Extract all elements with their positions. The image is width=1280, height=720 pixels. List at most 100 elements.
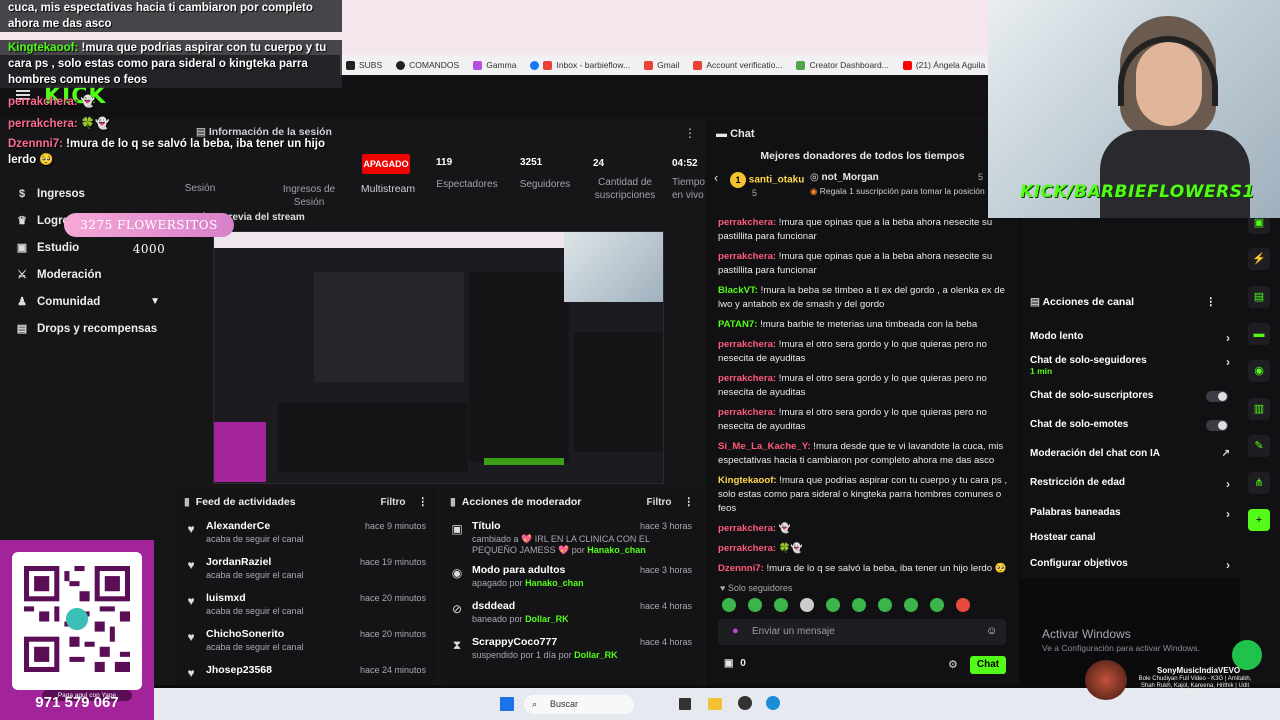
broadcast-icon[interactable]: ◉ [1248, 360, 1270, 382]
sidebar-item-ingresos[interactable]: $ Ingresos [0, 180, 170, 207]
action-goals[interactable]: Configurar objetivos › [1030, 558, 1230, 572]
list-item[interactable]: ♥ JordanRaziel acaba de seguir el canal hac… [176, 552, 436, 588]
more-icon[interactable]: ⋮ [1206, 296, 1217, 308]
emote[interactable] [774, 598, 788, 612]
chat-message: BlackVT: !mura la beba se timbeo a ti ex… [718, 285, 1005, 310]
bookmark-subs[interactable]: SUBS [346, 60, 382, 70]
mic-icon[interactable]: ● [732, 625, 739, 637]
chevron-left-icon[interactable]: ‹ [714, 170, 718, 185]
facebook-icon [530, 60, 540, 70]
bolt-icon[interactable]: ⚡ [1248, 248, 1270, 270]
chrome-icon[interactable] [766, 696, 780, 710]
wrench-icon[interactable]: ✎ [1248, 435, 1270, 457]
studio-icon: ▣ [16, 241, 28, 254]
action-emotes-only[interactable]: Chat de solo-emotes [1030, 419, 1230, 431]
app-icon[interactable] [738, 696, 752, 710]
action-slow-mode[interactable]: Modo lento › [1030, 331, 1230, 345]
windows-start-icon[interactable] [500, 697, 514, 711]
chat-message: Si_Me_La_Kache_Y: !mura desde que te vi … [718, 441, 1004, 466]
action-banned-words[interactable]: Palabras baneadas › [1030, 507, 1230, 521]
list-item[interactable]: ⊘ dsddead baneado por Dollar_RK hace 4 hora… [442, 596, 702, 632]
chat-message: perrakchera: 👻 [718, 523, 791, 534]
gmail-icon [543, 60, 553, 70]
storage-icon[interactable]: ▥ [1248, 398, 1270, 420]
emote[interactable] [852, 598, 866, 612]
preview-chat [469, 272, 569, 462]
list-item[interactable]: ♥ AlexanderCe acaba de seguir el canal hace… [176, 516, 436, 552]
emote[interactable] [722, 598, 736, 612]
more-icon[interactable]: ⋮ [418, 496, 429, 508]
activity-filter-button[interactable]: Filtro [381, 497, 406, 508]
subs-only-toggle[interactable] [1206, 391, 1228, 402]
add-icon[interactable]: + [1248, 509, 1270, 531]
sidebar-item-comunidad[interactable]: ♟ Comunidad ▼ [0, 288, 170, 315]
folder-icon[interactable] [708, 698, 722, 710]
eye-icon: ◉ [451, 566, 463, 580]
sidebar-item-moderacion[interactable]: ⚔ Moderación [0, 261, 170, 288]
bookmark-gmail[interactable]: Gmail [644, 60, 679, 70]
chat-message: perrakchera: !mura el otro sera gordo y … [718, 339, 987, 364]
emotes-only-toggle[interactable] [1206, 420, 1228, 431]
donor-2[interactable]: ◎ not_Morgan ◉ Regala 1 suscripción para… [810, 172, 985, 197]
emote[interactable] [878, 598, 892, 612]
settings-icon[interactable]: ⚙ [948, 658, 958, 671]
share-icon[interactable]: ⋔ [1248, 472, 1270, 494]
mod-filter-button[interactable]: Filtro [647, 497, 672, 508]
phone-fab-icon[interactable] [1232, 640, 1262, 670]
bookmark-gamma[interactable]: Gamma [473, 60, 516, 70]
action-host-channel[interactable]: Hostear canal [1030, 532, 1230, 543]
taskbar-search[interactable]: ⌕ Buscar [524, 695, 634, 714]
bookmarks-bar: SUBS COMANDOS Gamma Inbox - barbieflow..… [340, 55, 990, 75]
followers-only-label: ♥ Solo seguidores [720, 583, 793, 593]
send-chat-button[interactable]: Chat [970, 656, 1006, 674]
points-display[interactable]: ▣ 0 [724, 658, 746, 669]
bolt-icon: ▮ [184, 496, 190, 508]
list-icon: ▮ [450, 496, 456, 508]
mod-actions: ▮ Acciones de moderador Filtro ⋮ ▣ Título… [442, 488, 702, 685]
music-artist: SonyMusicIndiaVEVO [1157, 666, 1241, 675]
action-subs-only[interactable]: Chat de solo-suscriptores [1030, 390, 1230, 402]
gift-icon: ▣ [724, 658, 737, 669]
emote[interactable] [748, 598, 762, 612]
heart-icon: ♥ [187, 522, 195, 536]
external-link-icon: ↗ [1221, 448, 1230, 459]
emote[interactable] [800, 598, 814, 612]
list-item[interactable]: ◉ Modo para adultos apagado por Hanako_cha… [442, 560, 702, 596]
list-item[interactable]: ♥ ChichoSonerito acaba de seguir el canal h… [176, 624, 436, 660]
stat-live-time: 04:52 Tiempo en vivo [672, 158, 705, 201]
emote[interactable] [930, 598, 944, 612]
document-icon[interactable]: ▤ [1248, 286, 1270, 308]
chat-input[interactable]: Enviar un mensaje [718, 619, 1006, 645]
more-icon[interactable]: ⋮ [684, 126, 696, 140]
emoji-icon[interactable]: ☺ [986, 625, 997, 637]
chat-message: perrakchera: !mura el otro sera gordo y … [718, 373, 987, 398]
list-item[interactable]: ⧗ ScrappyCoco777 suspendido por 1 día por … [442, 632, 702, 668]
preview-center [314, 272, 464, 382]
phone-number: 971 579 067 [35, 694, 119, 711]
taskview-icon[interactable] [679, 698, 691, 710]
action-ai-moderation[interactable]: Moderación del chat con IA ↗ [1030, 448, 1230, 459]
list-item[interactable]: ♥ luismxd acaba de seguir el canal hace 20 … [176, 588, 436, 624]
action-age-restriction[interactable]: Restricción de edad › [1030, 477, 1230, 491]
bookmark-inbox[interactable]: Inbox - barbieflow... [530, 60, 630, 70]
bookmark-icon [346, 60, 355, 70]
panel-icon: ▤ [1030, 296, 1043, 308]
stream-preview[interactable] [213, 231, 664, 484]
bookmark-creator[interactable]: Creator Dashboard... [796, 60, 889, 70]
action-followers-only[interactable]: Chat de solo-seguidores 1 min › [1030, 355, 1230, 376]
list-item[interactable]: ▣ Título cambiado a 💖 IRL EN LA CLINICA CO… [442, 516, 702, 560]
title-icon: ▣ [451, 522, 463, 536]
preview-actions [574, 332, 663, 452]
sidebar: $ Ingresos ♛ Logros ▣ Estudio ⚔ Moderación ♟… [0, 180, 170, 342]
qr-code-icon [24, 566, 130, 672]
emote[interactable] [956, 598, 970, 612]
sidebar-item-drops[interactable]: ▤ Drops y recompensas [0, 315, 170, 342]
bookmark-account[interactable]: Account verificatio... [693, 60, 782, 70]
bookmark-comandos[interactable]: COMANDOS [396, 60, 459, 70]
emote[interactable] [826, 598, 840, 612]
chat-icon[interactable]: ▬ [1248, 323, 1270, 345]
bookmark-youtube[interactable]: (21) Ángela Aguila [902, 60, 985, 70]
more-icon[interactable]: ⋮ [684, 496, 695, 508]
emote[interactable] [904, 598, 918, 612]
donor-1[interactable]: 1 santi_otaku 5 [730, 172, 804, 198]
